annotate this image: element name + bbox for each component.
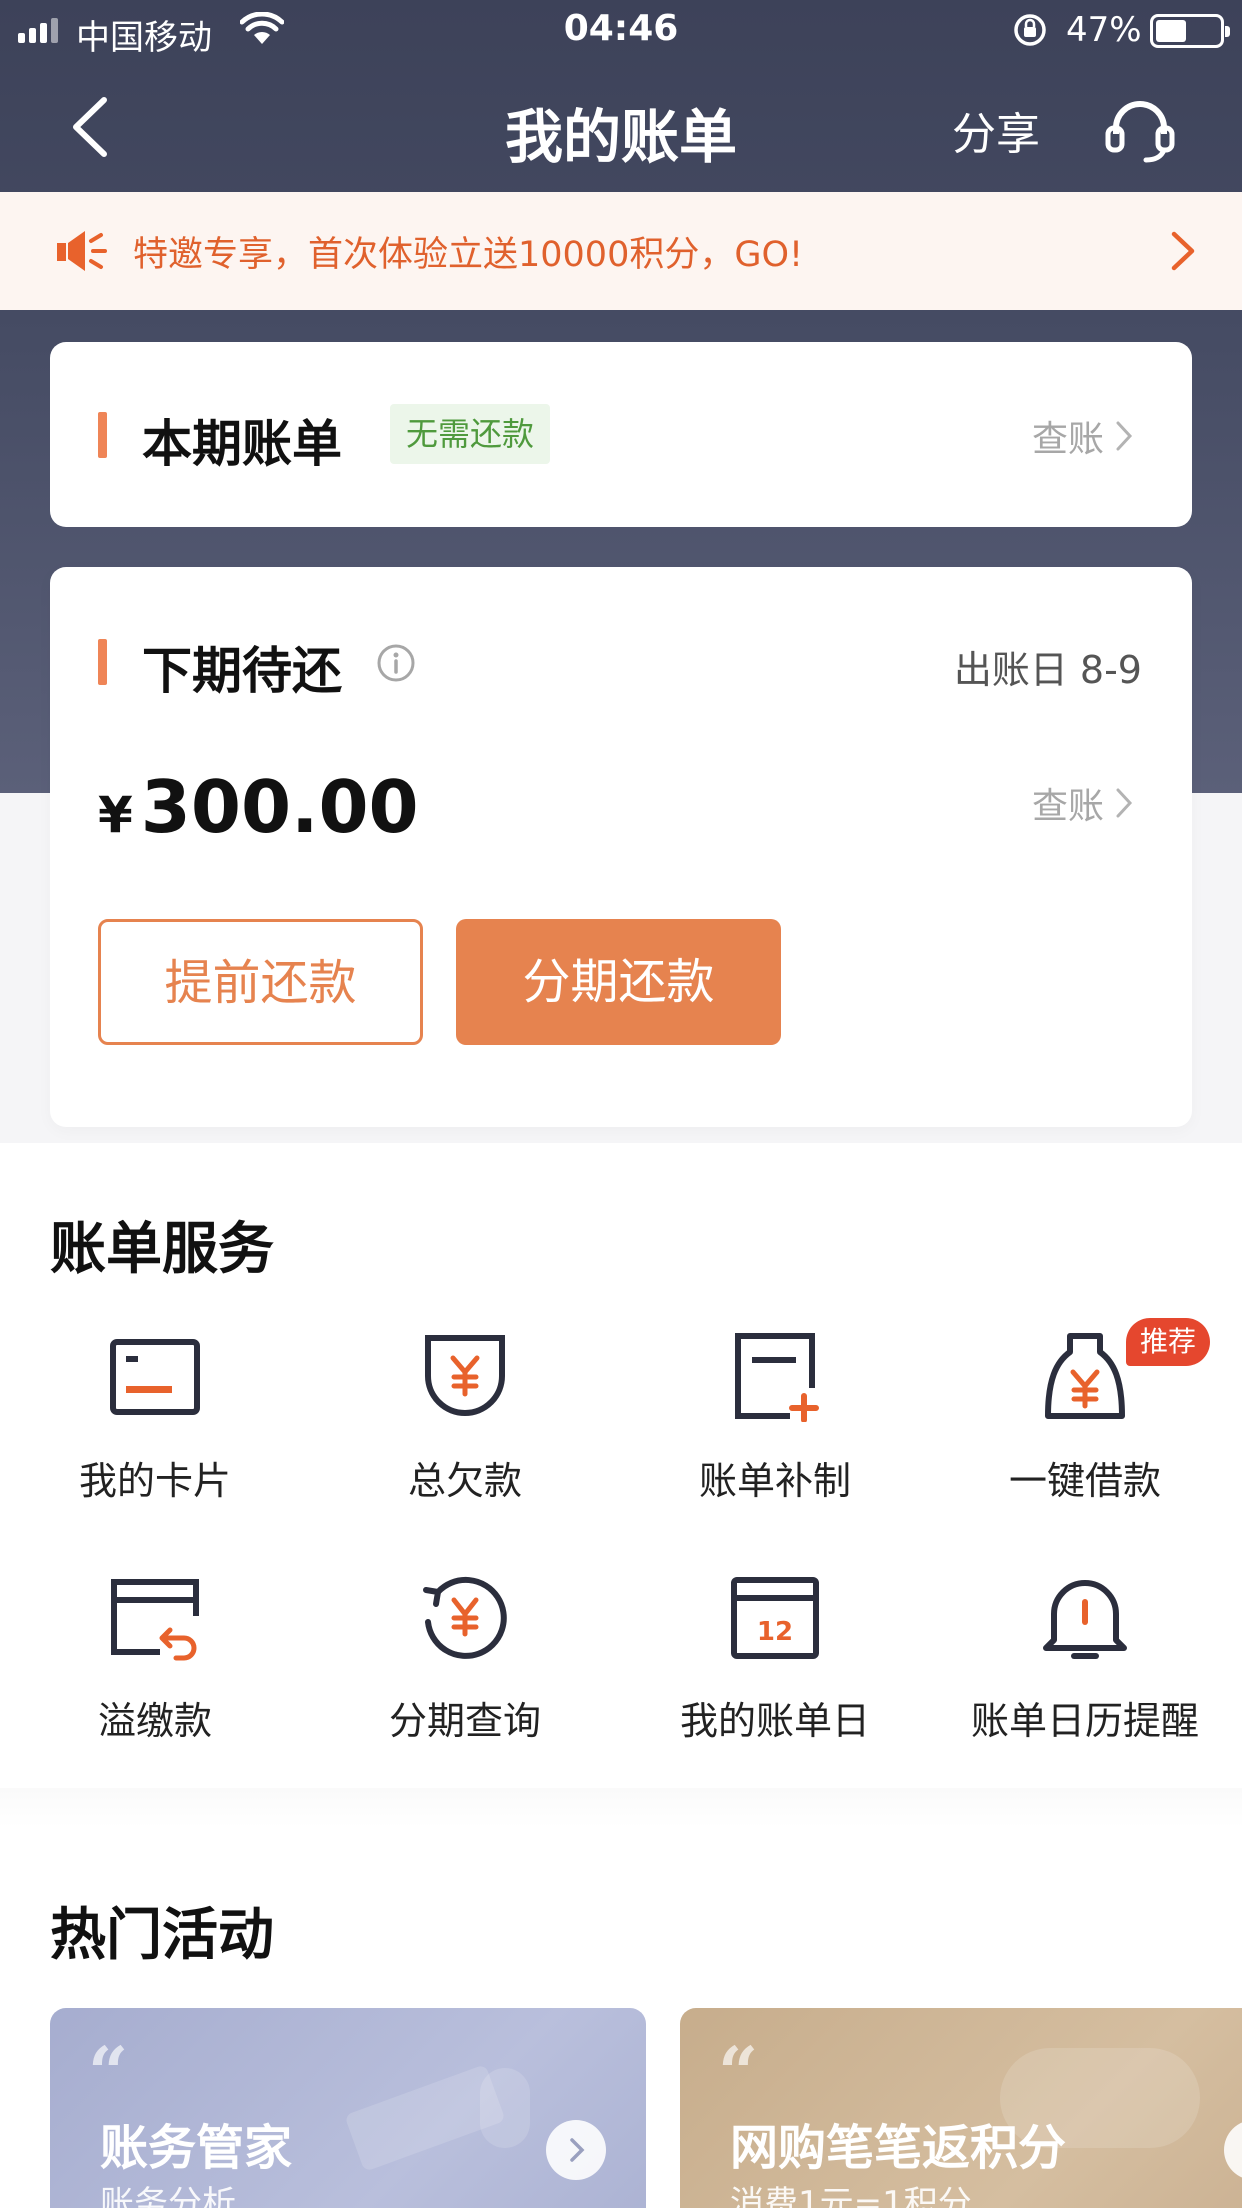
status-bar: 中国移动 04:46 47% xyxy=(0,0,1242,62)
current-bill-view-link[interactable]: 查账 xyxy=(1032,410,1134,462)
amount-value: 300.00 xyxy=(140,765,419,849)
view-link-label: 查账 xyxy=(1031,786,1104,827)
shield-yuan-icon xyxy=(425,1335,505,1416)
customer-service-icon[interactable] xyxy=(1104,98,1176,164)
service-total-debt[interactable]: 总欠款 xyxy=(310,1332,620,1532)
service-my-bill-day[interactable]: 12 我的账单日 xyxy=(620,1572,930,1772)
activity-go-button[interactable] xyxy=(1224,2120,1242,2180)
card-return-icon xyxy=(111,1579,199,1661)
clock: 04:46 xyxy=(563,8,679,49)
service-my-card[interactable]: 我的卡片 xyxy=(0,1332,310,1532)
notice-text: 特邀专享，首次体验立送10000积分，GO! xyxy=(133,235,804,275)
service-label: 总欠款 xyxy=(407,1459,522,1503)
calendar-icon: 12 xyxy=(731,1577,819,1659)
service-quick-loan[interactable]: 推荐 一键借款 xyxy=(930,1318,1240,1532)
services-section-title: 账单服务 xyxy=(50,1217,274,1282)
prepay-button[interactable]: 提前还款 xyxy=(98,919,423,1045)
share-button[interactable]: 分享 xyxy=(952,98,1040,162)
view-link-label: 查账 xyxy=(1031,419,1104,460)
service-label: 溢缴款 xyxy=(97,1699,212,1743)
amount-due: ¥300.00 xyxy=(98,765,419,849)
battery-percentage: 47% xyxy=(1066,10,1142,50)
next-bill-view-link[interactable]: 查账 xyxy=(1032,777,1134,829)
card-icon xyxy=(110,1339,200,1415)
card-decoration xyxy=(480,2068,530,2148)
service-label: 我的账单日 xyxy=(679,1699,870,1743)
quote-icon: “ xyxy=(718,2031,759,2114)
cycle-yuan-icon xyxy=(423,1576,507,1659)
chevron-right-icon xyxy=(1171,231,1195,271)
activity-title: 网购笔笔返积分 xyxy=(730,2120,1067,2176)
promo-notice-bar[interactable]: 特邀专享，首次体验立送10000积分，GO! xyxy=(0,192,1242,310)
activity-card-account-manager[interactable]: “ 账务管家 账务分析 xyxy=(50,2008,646,2208)
nav-bar: 我的账单 分享 xyxy=(0,62,1242,192)
quote-icon: “ xyxy=(88,2031,129,2114)
chevron-right-icon xyxy=(1116,421,1133,451)
activities-section-title: 热门活动 xyxy=(50,1903,274,1968)
chevron-right-icon xyxy=(570,2138,585,2162)
calendar-day: 12 xyxy=(757,1617,793,1647)
service-overpayment[interactable]: 溢缴款 xyxy=(0,1572,310,1772)
recommend-badge: 推荐 xyxy=(1126,1318,1211,1366)
activity-title: 账务管家 xyxy=(100,2120,293,2176)
service-bill-reissue[interactable]: 账单补制 xyxy=(620,1332,930,1532)
activity-card-shopping-points[interactable]: “ 网购笔笔返积分 消费1元=1积分 xyxy=(680,2008,1242,2208)
next-bill-title: 下期待还 xyxy=(142,642,342,700)
section-divider xyxy=(0,1788,1242,1828)
battery-icon xyxy=(1150,14,1230,48)
service-label: 一键借款 xyxy=(1008,1459,1161,1503)
info-icon[interactable] xyxy=(376,643,416,683)
activity-subtitle: 账务分析 xyxy=(100,2184,236,2208)
status-badge: 无需还款 xyxy=(390,404,551,464)
service-bill-reminder[interactable]: 账单日历提醒 xyxy=(930,1572,1240,1772)
service-label: 账单补制 xyxy=(698,1459,851,1503)
activity-subtitle: 消费1元=1积分 xyxy=(730,2184,972,2208)
current-bill-card: 本期账单 无需还款 查账 xyxy=(50,342,1192,527)
bell-icon xyxy=(1043,1580,1127,1659)
service-label: 账单日历提醒 xyxy=(970,1699,1199,1743)
service-label: 我的卡片 xyxy=(78,1459,231,1503)
bill-add-icon xyxy=(735,1333,819,1422)
speaker-icon xyxy=(57,231,107,271)
page-title: 我的账单 xyxy=(504,103,737,171)
currency-symbol: ¥ xyxy=(98,786,133,844)
next-bill-card: 下期待还 出账日 8-9 ¥300.00 查账 提前还款 分期还款 xyxy=(50,567,1192,1127)
bill-date: 出账日 8-9 xyxy=(953,648,1142,692)
chevron-right-icon xyxy=(1116,788,1133,818)
installment-button[interactable]: 分期还款 xyxy=(456,919,781,1045)
rotation-lock-icon xyxy=(1014,14,1046,46)
money-bag-icon xyxy=(1045,1333,1125,1419)
service-installment-query[interactable]: 分期查询 xyxy=(310,1572,620,1772)
section-marker xyxy=(98,639,107,685)
service-label: 分期查询 xyxy=(388,1699,541,1743)
activity-go-button[interactable] xyxy=(546,2120,606,2180)
current-bill-title: 本期账单 xyxy=(142,415,342,473)
section-marker xyxy=(98,412,107,458)
